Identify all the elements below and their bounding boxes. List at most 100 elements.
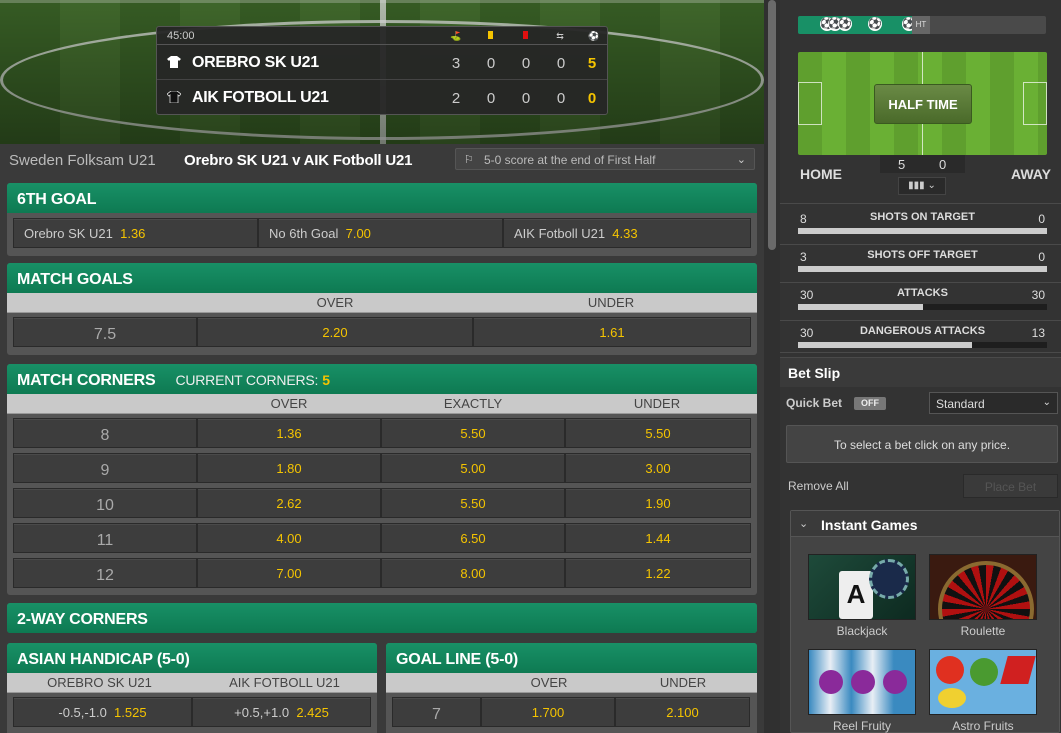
game-label: Roulette <box>960 624 1006 638</box>
quick-bet-toggle[interactable]: OFF <box>854 397 886 410</box>
odds-button-over[interactable]: 1.36 <box>197 418 381 448</box>
odds-button-over[interactable]: 1.700 <box>481 697 615 727</box>
odds-button-exactly[interactable]: 5.00 <box>381 453 565 483</box>
event-select[interactable]: ⚐ 5-0 score at the end of First Half ⌄ <box>455 148 755 170</box>
odds-button-over[interactable]: 4.00 <box>197 523 381 553</box>
stat-label: DANGEROUS ATTACKS <box>859 325 986 337</box>
remove-all-link[interactable]: Remove All <box>788 479 849 493</box>
odds-button-under[interactable]: 1.61 <box>473 317 751 347</box>
corner-flag-icon: ⛳ <box>450 31 462 41</box>
market-title: ASIAN HANDICAP (5-0) <box>7 643 377 673</box>
line-label: 11 <box>13 523 197 553</box>
odds-button-under[interactable]: 1.90 <box>565 488 751 518</box>
market-title: MATCH GOALS <box>7 263 757 293</box>
stat-label: SHOTS OFF TARGET <box>867 249 978 261</box>
odds-button-under[interactable]: 3.00 <box>565 453 751 483</box>
odds-button-exactly[interactable]: 6.50 <box>381 523 565 553</box>
bet-slip-header: Bet Slip <box>780 357 1061 387</box>
corner-line-row: 8 1.36 5.50 5.50 <box>7 414 757 449</box>
place-bet-button[interactable]: Place Bet <box>963 474 1058 498</box>
game-tile-blackjack[interactable]: A <box>808 554 916 620</box>
market-2way-corners[interactable]: 2-WAY CORNERS <box>7 603 757 633</box>
line-label: 7.5 <box>13 317 197 347</box>
live-score: 5 0 <box>880 155 965 173</box>
odds-button-under[interactable]: 2.100 <box>615 697 750 727</box>
stat-row: 3 SHOTS OFF TARGET 0 <box>798 248 1047 278</box>
odds-button-away[interactable]: +0.5,+1.0 2.425 <box>192 697 371 727</box>
odds-button-under[interactable]: 1.22 <box>565 558 751 588</box>
stat-bar <box>798 228 1047 234</box>
odds-button-away[interactable]: AIK Fotboll U21 4.33 <box>503 218 751 248</box>
scrollbar[interactable] <box>764 0 780 733</box>
market-match-goals: MATCH GOALS OVER UNDER 7.5 2.20 1.61 <box>7 263 757 355</box>
line-label: 12 <box>13 558 197 588</box>
corner-line-row: 9 1.80 5.00 3.00 <box>7 449 757 484</box>
game-tile-astro-fruits[interactable] <box>929 649 1037 715</box>
odds-button-home[interactable]: -0.5,-1.0 1.525 <box>13 697 192 727</box>
bet-slip-title: Bet Slip <box>788 365 841 381</box>
bet-mode-select[interactable]: Standard ⌄ <box>929 392 1058 414</box>
bet-slip-info: To select a bet click on any price. <box>786 425 1058 463</box>
right-sidebar: ⚽ ⚽ ⚽ ⚽ ⚽ HT HALF TIME HOME AWAY 5 0 ▮▮▮… <box>780 0 1061 733</box>
odds-button-no-goal[interactable]: No 6th Goal 7.00 <box>258 218 503 248</box>
main-panel: 45:00 ⛳ ⇆ ⚽ OREBRO SK U21 3 0 0 0 5 AIK … <box>0 0 764 733</box>
odds-button-exactly[interactable]: 5.50 <box>381 488 565 518</box>
odds-button-over[interactable]: 2.20 <box>197 317 473 347</box>
pitch-banner: 45:00 ⛳ ⇆ ⚽ OREBRO SK U21 3 0 0 0 5 AIK … <box>0 0 764 144</box>
home-yellow: 0 <box>486 55 496 72</box>
odds-button-exactly[interactable]: 8.00 <box>381 558 565 588</box>
away-team-name: AIK FOTBOLL U21 <box>192 89 329 106</box>
market-asian-handicap: ASIAN HANDICAP (5-0) OREBRO SK U21 AIK F… <box>7 643 377 733</box>
game-tile-roulette[interactable] <box>929 554 1037 620</box>
corner-line-row: 11 4.00 6.50 1.44 <box>7 519 757 554</box>
stats-toggle-button[interactable]: ▮▮▮ ⌄ <box>898 177 946 195</box>
market-title: 2-WAY CORNERS <box>7 603 757 633</box>
game-label: Astro Fruits <box>952 719 1014 733</box>
market-match-corners: MATCH CORNERS CURRENT CORNERS: 5 OVER EXAC… <box>7 364 757 595</box>
competition-link[interactable]: Sweden Folksam U21 <box>9 152 156 169</box>
scoreboard: 45:00 ⛳ ⇆ ⚽ OREBRO SK U21 3 0 0 0 5 AIK … <box>156 26 608 115</box>
market-title: MATCH CORNERS CURRENT CORNERS: 5 <box>7 364 757 394</box>
breadcrumb: Sweden Folksam U21 Orebro SK U21 v AIK F… <box>0 144 764 176</box>
odds-button-home[interactable]: Orebro SK U21 1.36 <box>13 218 258 248</box>
away-goals: 0 <box>587 90 597 107</box>
live-pitch: HALF TIME <box>798 52 1047 155</box>
goal-ball-icon: ⚽ <box>868 17 882 31</box>
game-label: Blackjack <box>836 624 888 638</box>
odds-button-over[interactable]: 2.62 <box>197 488 381 518</box>
odds-button-over[interactable]: 1.80 <box>197 453 381 483</box>
odds-button-under[interactable]: 5.50 <box>565 418 751 448</box>
stat-row: 30 DANGEROUS ATTACKS 13 <box>798 324 1047 354</box>
match-status: HALF TIME <box>874 84 972 124</box>
stat-away-value: 13 <box>1031 326 1045 340</box>
odds-button-under[interactable]: 1.44 <box>565 523 751 553</box>
market-title: 6TH GOAL <box>7 183 757 213</box>
market-title: GOAL LINE (5-0) <box>386 643 757 673</box>
column-headers: OVER EXACTLY UNDER <box>7 394 757 414</box>
scrollbar-thumb[interactable] <box>768 0 776 250</box>
stat-row: 30 ATTACKS 30 <box>798 286 1047 316</box>
match-clock: 45:00 <box>167 30 195 42</box>
instant-games-panel: ⌄ Instant Games A Blackjack Roulette Ree… <box>790 510 1060 733</box>
stat-label: SHOTS ON TARGET <box>870 211 975 223</box>
shirt-icon <box>167 56 181 68</box>
instant-games-header[interactable]: ⌄ Instant Games <box>791 511 1059 537</box>
chevron-down-icon: ⌄ <box>927 180 936 191</box>
red-card-icon <box>520 31 530 41</box>
event-select-value: 5-0 score at the end of First Half <box>484 153 656 167</box>
stat-bar <box>798 342 1047 348</box>
stat-bar <box>798 266 1047 272</box>
home-corners: 3 <box>451 55 461 72</box>
odds-button-exactly[interactable]: 5.50 <box>381 418 565 448</box>
line-label: 8 <box>13 418 197 448</box>
game-label: Reel Fruity <box>832 719 891 733</box>
yellow-card-icon <box>485 31 495 41</box>
match-progress-bar: ⚽ ⚽ ⚽ ⚽ ⚽ HT <box>798 16 1046 34</box>
home-goals: 5 <box>587 55 597 72</box>
game-tile-reel-fruity[interactable] <box>808 649 916 715</box>
column-headers: OVER UNDER <box>7 293 757 313</box>
stat-away-value: 0 <box>1038 250 1045 264</box>
odds-button-over[interactable]: 7.00 <box>197 558 381 588</box>
line-label: 10 <box>13 488 197 518</box>
current-corners-label: CURRENT CORNERS: <box>175 372 319 388</box>
